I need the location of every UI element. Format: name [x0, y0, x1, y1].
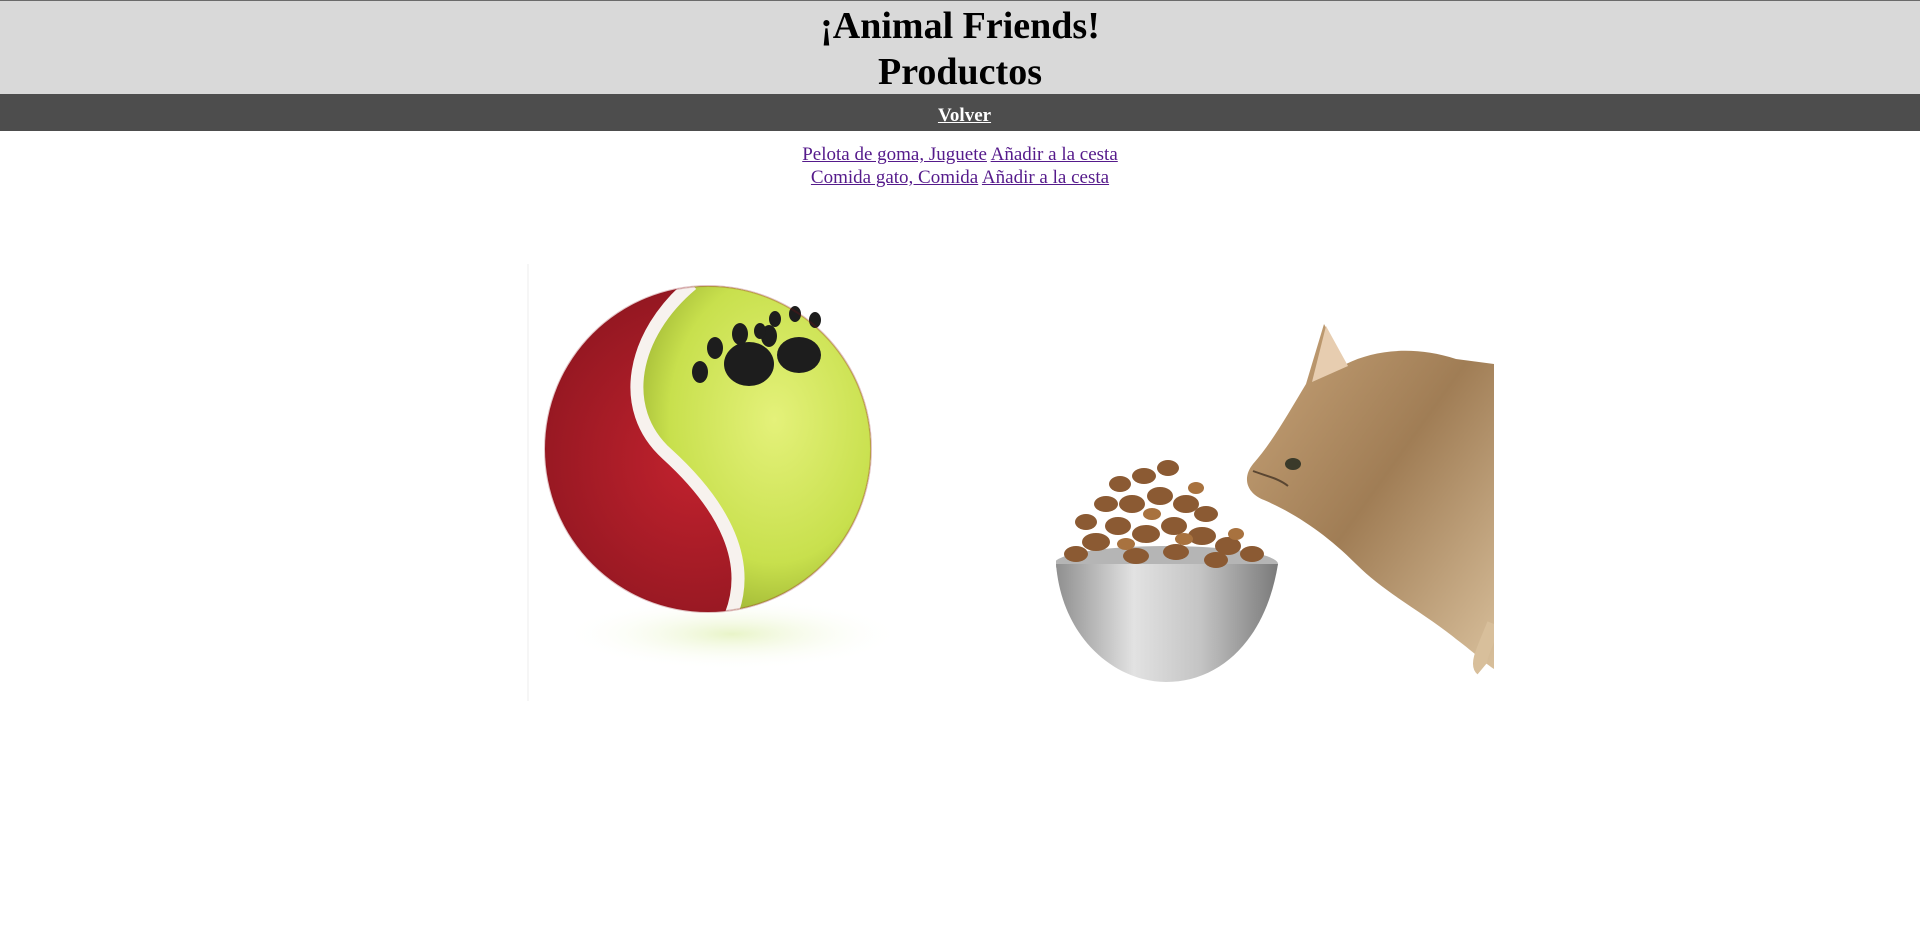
- product-list: Pelota de goma, Juguete Añadir a la cest…: [0, 143, 1920, 189]
- nav-bar: Volver: [0, 94, 1920, 131]
- product-link-ball[interactable]: Pelota de goma, Juguete: [802, 144, 987, 165]
- site-title: ¡Animal Friends!: [820, 5, 1100, 47]
- page-header: ¡Animal Friends! Productos: [0, 0, 1920, 94]
- product-row-cat-food: Comida gato, Comida Añadir a la cesta: [0, 166, 1920, 189]
- page-title: Productos: [878, 51, 1042, 93]
- back-link[interactable]: Volver: [938, 106, 991, 126]
- product-row-ball: Pelota de goma, Juguete Añadir a la cest…: [0, 143, 1920, 166]
- add-to-cart-ball-link[interactable]: Añadir a la cesta: [991, 144, 1118, 165]
- cat-food-image: [1056, 264, 1494, 701]
- add-to-cart-cat-food-link[interactable]: Añadir a la cesta: [982, 167, 1109, 188]
- ball-image: [527, 264, 949, 701]
- product-link-cat-food[interactable]: Comida gato, Comida: [811, 167, 978, 188]
